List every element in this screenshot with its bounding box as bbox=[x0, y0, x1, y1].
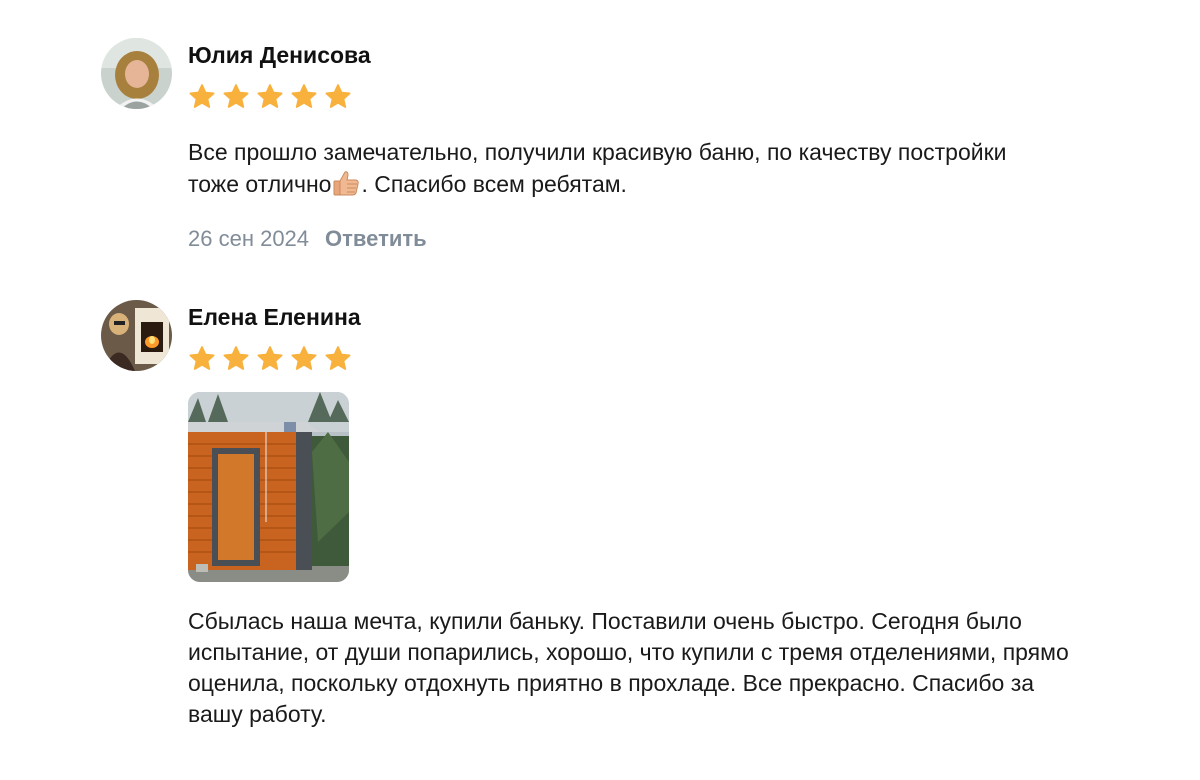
star-icon bbox=[290, 345, 318, 373]
star-icon bbox=[222, 83, 250, 111]
review-date[interactable]: 26 сен 2024 bbox=[188, 224, 309, 254]
thumbs-up-icon bbox=[331, 168, 361, 198]
author-name[interactable]: Елена Еленина bbox=[188, 302, 1088, 332]
star-icon bbox=[290, 83, 318, 111]
review-text: Сбылась наша мечта, купили баньку. Поста… bbox=[188, 608, 1069, 727]
star-icon bbox=[324, 345, 352, 373]
reply-button[interactable]: Ответить bbox=[325, 224, 427, 254]
avatar[interactable] bbox=[101, 38, 172, 109]
review-text: Все прошло замечательно, получили красив… bbox=[188, 137, 1018, 200]
star-icon bbox=[324, 83, 352, 111]
avatar[interactable] bbox=[101, 300, 172, 371]
star-icon bbox=[222, 345, 250, 373]
review-meta: 26 сен 2024 Ответить bbox=[188, 224, 1088, 254]
review-photo[interactable] bbox=[188, 392, 349, 582]
author-name[interactable]: Юлия Денисова bbox=[188, 40, 1088, 70]
star-icon bbox=[188, 345, 216, 373]
review-text-part: . Спасибо всем ребятам. bbox=[361, 171, 627, 197]
star-icon bbox=[188, 83, 216, 111]
rating-stars bbox=[188, 83, 1088, 111]
rating-stars bbox=[188, 345, 1088, 373]
star-icon bbox=[256, 345, 284, 373]
star-icon bbox=[256, 83, 284, 111]
